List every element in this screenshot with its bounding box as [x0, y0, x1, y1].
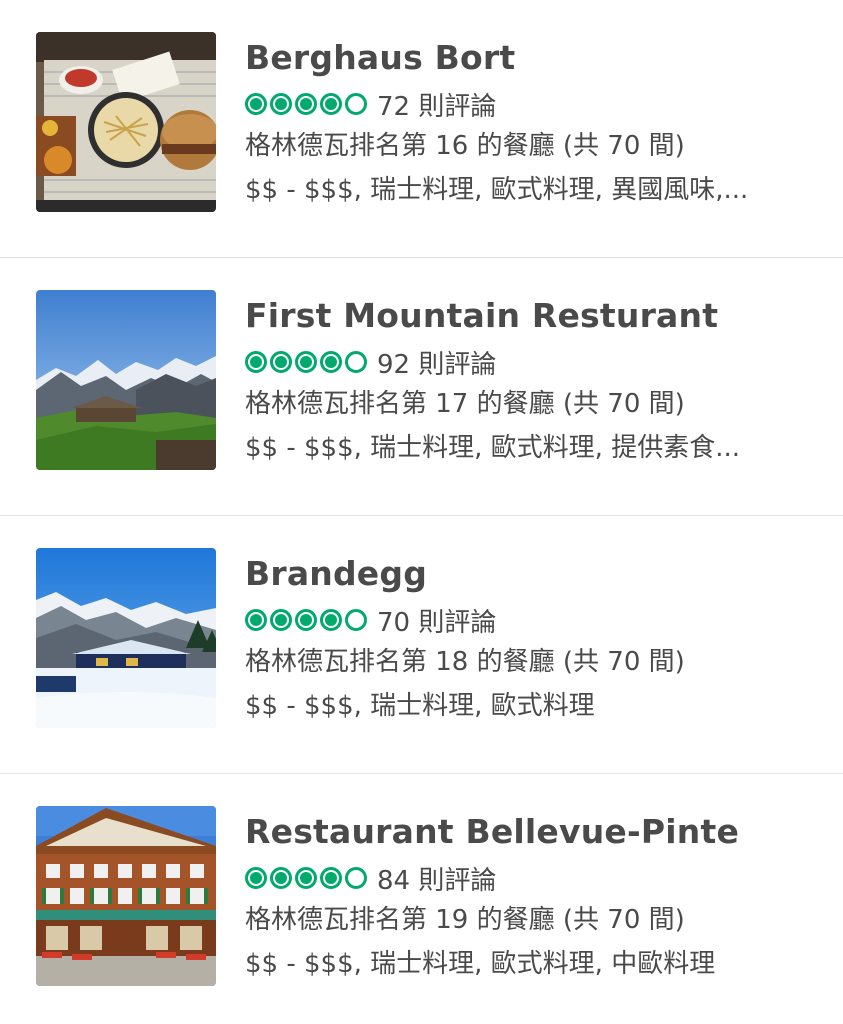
- rating-bubble-full-icon: [270, 93, 292, 115]
- rating-bubbles: [245, 609, 367, 631]
- price-cuisine-text: $$ - $$$, 瑞士料理, 歐式料理, 中歐料理: [245, 949, 716, 979]
- restaurant-photo-mountain[interactable]: [36, 290, 216, 470]
- price-cuisine-text: $$ - $$$, 瑞士料理, 歐式料理, 提供素食...: [245, 433, 741, 463]
- rating-row: 72 則評論: [245, 84, 820, 124]
- rating-bubble-full-icon: [320, 351, 342, 373]
- restaurant-name[interactable]: Restaurant Bellevue-Pinte: [245, 810, 820, 854]
- rating-bubble-full-icon: [270, 609, 292, 631]
- rating-bubble-full-icon: [295, 867, 317, 889]
- rating-bubble-empty-icon: [345, 867, 367, 889]
- rating-bubble-full-icon: [245, 351, 267, 373]
- review-count[interactable]: 70 則評論: [377, 602, 496, 639]
- rating-bubble-full-icon: [295, 351, 317, 373]
- rating-bubble-full-icon: [320, 93, 342, 115]
- restaurant-item[interactable]: Berghaus Bort 72 則評論 格林德瓦排名第 16 的餐廳 (共 7…: [0, 0, 843, 258]
- restaurant-photo-food[interactable]: [36, 32, 216, 212]
- rating-bubble-empty-icon: [345, 609, 367, 631]
- rating-row: 92 則評論: [245, 342, 820, 382]
- rating-bubble-empty-icon: [345, 351, 367, 373]
- rating-bubble-full-icon: [245, 867, 267, 889]
- restaurant-photo-building[interactable]: [36, 806, 216, 986]
- rating-bubble-full-icon: [320, 609, 342, 631]
- restaurant-name[interactable]: First Mountain Resturant: [245, 294, 820, 338]
- price-cuisine-text: $$ - $$$, 瑞士料理, 歐式料理: [245, 691, 595, 721]
- review-count[interactable]: 92 則評論: [377, 344, 496, 381]
- rating-bubble-full-icon: [320, 867, 342, 889]
- rating-bubble-full-icon: [245, 93, 267, 115]
- review-count[interactable]: 84 則評論: [377, 860, 496, 897]
- restaurant-item[interactable]: Brandegg 70 則評論 格林德瓦排名第 18 的餐廳 (共 70 間) …: [0, 516, 843, 774]
- rating-bubble-full-icon: [295, 609, 317, 631]
- restaurant-name[interactable]: Berghaus Bort: [245, 36, 820, 80]
- rating-bubbles: [245, 93, 367, 115]
- restaurant-name[interactable]: Brandegg: [245, 552, 820, 596]
- rating-row: 70 則評論: [245, 600, 820, 640]
- rating-row: 84 則評論: [245, 858, 820, 898]
- restaurant-photo-snow[interactable]: [36, 548, 216, 728]
- ranking-text: 格林德瓦排名第 17 的餐廳 (共 70 間): [245, 389, 685, 419]
- restaurant-item[interactable]: First Mountain Resturant 92 則評論 格林德瓦排名第 …: [0, 258, 843, 516]
- price-cuisine-text: $$ - $$$, 瑞士料理, 歐式料理, 異國風味,...: [245, 175, 749, 205]
- ranking-text: 格林德瓦排名第 16 的餐廳 (共 70 間): [245, 131, 685, 161]
- rating-bubble-full-icon: [295, 93, 317, 115]
- rating-bubbles: [245, 351, 367, 373]
- review-count[interactable]: 72 則評論: [377, 86, 496, 123]
- ranking-text: 格林德瓦排名第 18 的餐廳 (共 70 間): [245, 647, 685, 677]
- restaurant-item[interactable]: Restaurant Bellevue-Pinte 84 則評論 格林德瓦排名第…: [0, 774, 843, 1024]
- rating-bubble-full-icon: [270, 351, 292, 373]
- ranking-text: 格林德瓦排名第 19 的餐廳 (共 70 間): [245, 905, 685, 935]
- rating-bubble-full-icon: [270, 867, 292, 889]
- rating-bubbles: [245, 867, 367, 889]
- restaurant-list: Berghaus Bort 72 則評論 格林德瓦排名第 16 的餐廳 (共 7…: [0, 0, 843, 1024]
- rating-bubble-full-icon: [245, 609, 267, 631]
- rating-bubble-empty-icon: [345, 93, 367, 115]
